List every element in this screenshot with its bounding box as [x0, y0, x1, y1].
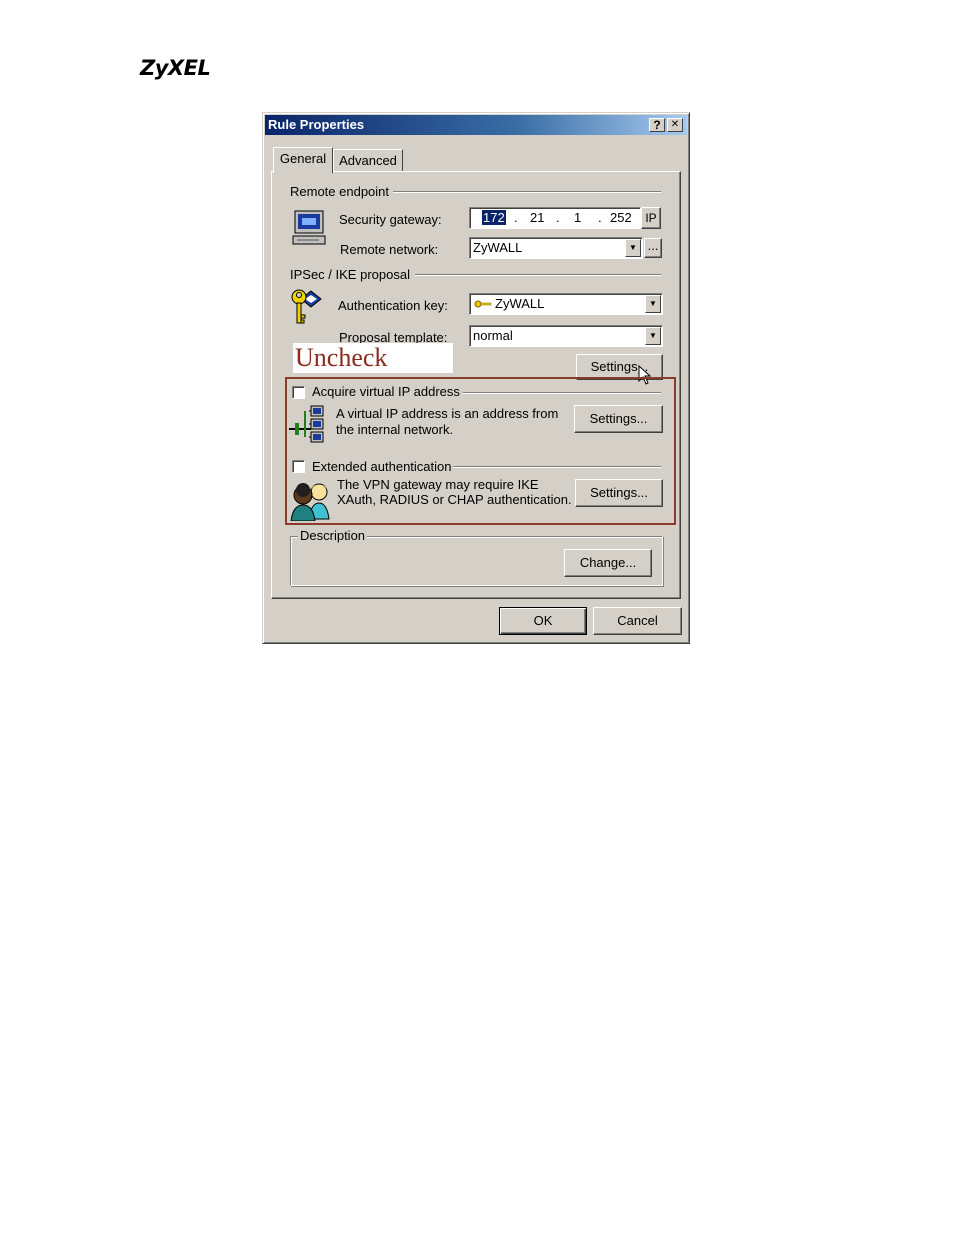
security-gateway-ip-field[interactable]: 172 . 21 . 1 . 252 [469, 207, 641, 229]
authentication-key-value: ZyWALL [495, 296, 545, 311]
authentication-key-dropdown[interactable]: ZyWALL ▼ [469, 293, 663, 315]
ip-dot-2: . [556, 210, 560, 225]
small-key-icon [474, 300, 492, 308]
ip-dot-1: . [514, 210, 518, 225]
users-icon [290, 483, 330, 521]
chevron-down-icon[interactable]: ▼ [645, 327, 661, 345]
close-button[interactable]: ✕ [667, 118, 683, 132]
authentication-key-label: Authentication key: [338, 298, 448, 313]
ip-octet-3[interactable]: 1 [574, 210, 581, 225]
dialog-title: Rule Properties [268, 117, 365, 132]
title-bar[interactable]: Rule Properties ? ✕ [265, 115, 687, 135]
computer-icon [292, 210, 326, 245]
help-button[interactable]: ? [649, 118, 665, 132]
network-icon [289, 405, 324, 443]
chevron-down-icon[interactable]: ▼ [645, 295, 661, 313]
virtual-ip-divider [463, 392, 661, 394]
cancel-button[interactable]: Cancel [593, 607, 682, 635]
xauth-settings-button[interactable]: Settings... [575, 479, 663, 507]
tab-advanced-label: Advanced [339, 153, 397, 168]
browse-button[interactable]: ... [644, 238, 662, 258]
virtual-ip-description-line1: A virtual IP address is an address from [336, 406, 559, 421]
chevron-down-icon[interactable]: ▼ [625, 239, 641, 257]
acquire-virtual-ip-checkbox[interactable] [292, 386, 305, 399]
remote-network-dropdown[interactable]: ZyWALL ▼ [469, 237, 643, 259]
security-gateway-label: Security gateway: [339, 212, 442, 227]
extended-authentication-checkbox[interactable] [292, 460, 305, 473]
rule-properties-dialog: Rule Properties ? ✕ General Advanced Rem… [262, 112, 690, 644]
change-description-button[interactable]: Change... [564, 549, 652, 577]
xauth-divider [453, 466, 661, 468]
extended-authentication-label[interactable]: Extended authentication [312, 459, 452, 474]
ip-octet-2[interactable]: 21 [530, 210, 544, 225]
xauth-description-line1: The VPN gateway may require IKE [337, 477, 539, 492]
proposal-template-dropdown[interactable]: normal ▼ [469, 325, 663, 347]
xauth-description-line2: XAuth, RADIUS or CHAP authentication. [337, 492, 572, 507]
virtual-ip-settings-button[interactable]: Settings... [574, 405, 663, 433]
zyxel-logo: ZyXEL [140, 56, 211, 80]
description-group-label: Description [298, 528, 368, 543]
tab-advanced[interactable]: Advanced [333, 149, 403, 171]
virtual-ip-description-line2: the internal network. [336, 422, 454, 437]
acquire-virtual-ip-label[interactable]: Acquire virtual IP address [312, 384, 460, 399]
remote-endpoint-divider [393, 191, 661, 193]
ip-type-button[interactable]: IP [641, 207, 661, 229]
ok-button[interactable]: OK [499, 607, 587, 635]
remote-network-value: ZyWALL [473, 240, 523, 255]
tab-general-label: General [279, 151, 327, 166]
ipsec-divider [415, 274, 661, 276]
ip-octet-1[interactable]: 172 [482, 210, 506, 225]
tab-general[interactable]: General [273, 147, 333, 173]
key-icon [291, 289, 322, 324]
remote-network-label: Remote network: [340, 242, 439, 257]
proposal-template-value: normal [473, 328, 513, 343]
ipsec-group-label: IPSec / IKE proposal [290, 267, 410, 282]
ip-octet-4[interactable]: 252 [610, 210, 632, 225]
ip-dot-3: . [598, 210, 602, 225]
remote-endpoint-group-label: Remote endpoint [290, 184, 390, 199]
uncheck-annotation: Uncheck [293, 343, 453, 373]
